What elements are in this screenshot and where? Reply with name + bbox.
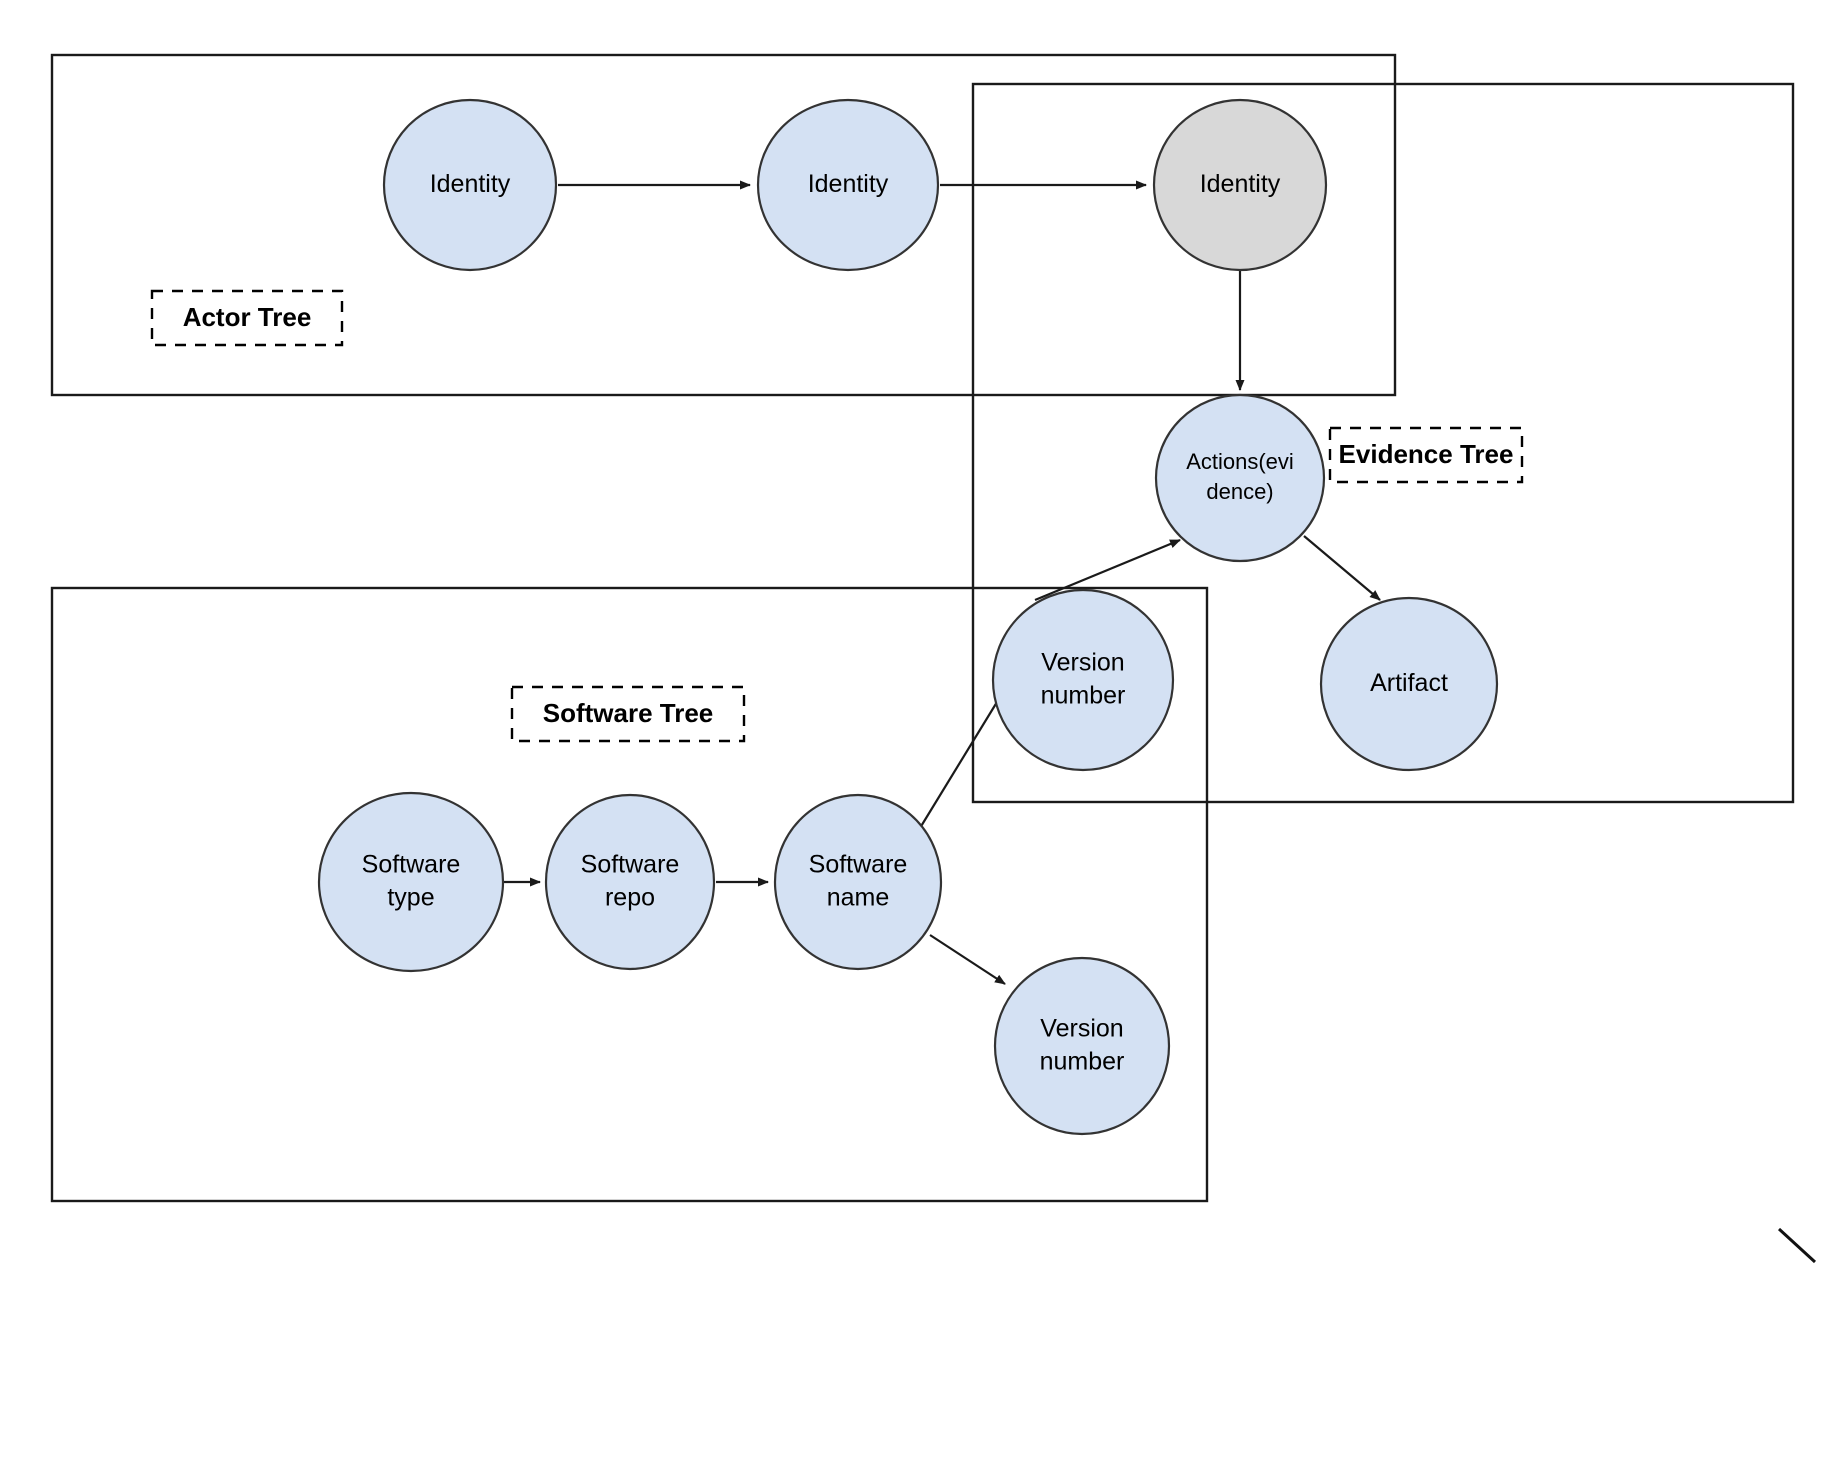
tag-software-tree: Software Tree xyxy=(510,685,746,743)
node-shape-version-number-evidence[interactable] xyxy=(991,588,1175,772)
node-shape-software-name[interactable] xyxy=(773,793,943,971)
node-actions-evidence[interactable]: Actions(evi dence) xyxy=(1154,393,1326,563)
corner-tick-mark xyxy=(1777,1227,1817,1264)
node-software-repo[interactable]: Software repo xyxy=(544,793,716,971)
tag-label-actor-tree: Actor Tree xyxy=(183,302,312,332)
diagram-svg: Identity Identity Identity Actions(evi dence… xyxy=(50,53,1817,1264)
node-label-artifact: Artifact xyxy=(1370,669,1448,697)
node-label-identity-1: Identity xyxy=(430,170,511,198)
node-version-number-evidence[interactable]: Version number xyxy=(991,588,1175,772)
edge-software-name-to-version-evidence xyxy=(919,683,1009,829)
node-shape-version-number-software[interactable] xyxy=(993,956,1171,1136)
tag-actor-tree: Actor Tree xyxy=(150,289,344,347)
tag-evidence-tree: Evidence Tree xyxy=(1328,426,1524,484)
node-artifact[interactable]: Artifact xyxy=(1319,596,1499,772)
node-shape-software-repo[interactable] xyxy=(544,793,716,971)
group-tags: Actor Tree Evidence Tree Software Tree xyxy=(150,289,1524,743)
node-software-name[interactable]: Software name xyxy=(773,793,943,971)
edge-version-evidence-to-actions xyxy=(1034,538,1181,602)
tag-label-evidence-tree: Evidence Tree xyxy=(1339,439,1514,469)
nodes: Identity Identity Identity Actions(evi dence… xyxy=(317,98,1499,1136)
node-shape-software-type[interactable] xyxy=(317,791,505,973)
node-version-number-software[interactable]: Version number xyxy=(993,956,1171,1136)
node-label-identity-2: Identity xyxy=(808,170,889,198)
tag-label-software-tree: Software Tree xyxy=(543,698,714,728)
edge-actions-to-artifact xyxy=(1303,535,1381,601)
node-software-type[interactable]: Software type xyxy=(317,791,505,973)
node-identity-3[interactable]: Identity xyxy=(1152,98,1328,272)
corner-marks xyxy=(1777,1227,1817,1264)
diagram-canvas: Identity Identity Identity Actions(evi dence… xyxy=(0,0,1838,1482)
node-identity-1[interactable]: Identity xyxy=(382,98,558,272)
node-label-identity-3: Identity xyxy=(1200,170,1281,198)
node-identity-2[interactable]: Identity xyxy=(756,98,940,272)
edge-software-name-to-version-software xyxy=(929,934,1006,985)
